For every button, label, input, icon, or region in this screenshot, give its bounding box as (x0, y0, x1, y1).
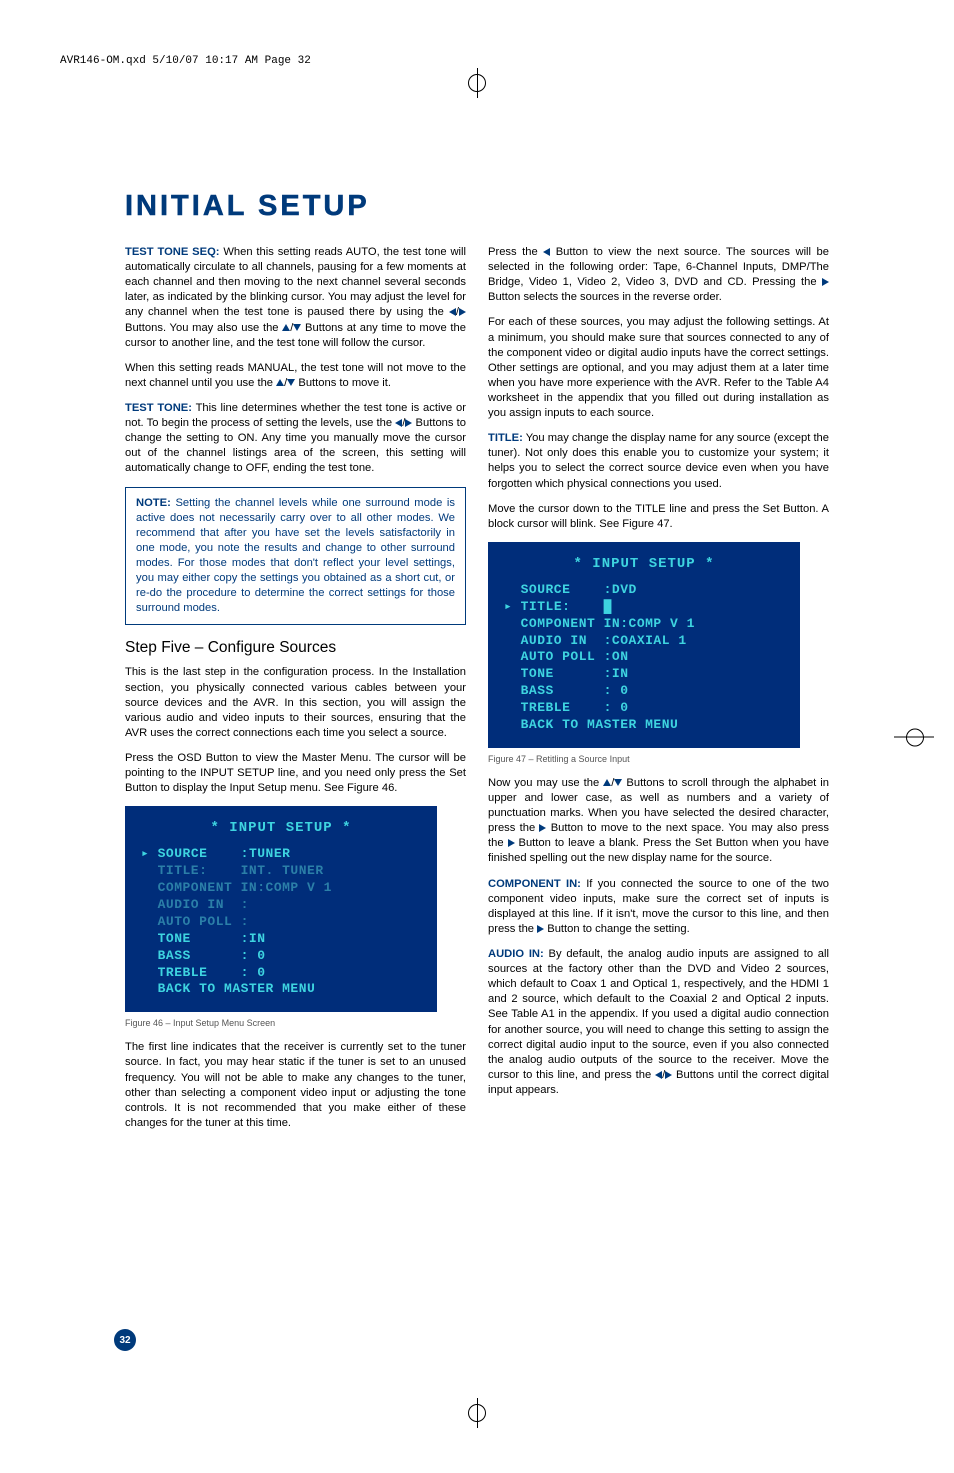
note-text: NOTE: Setting the channel levels while o… (136, 496, 455, 617)
osd-row: COMPONENT IN:COMP V 1 (141, 880, 421, 897)
up-arrow-icon (282, 324, 290, 331)
note-box: NOTE: Setting the channel levels while o… (125, 487, 466, 626)
osd-rows: ▸ SOURCE :TUNER TITLE: INT. TUNER COMPON… (141, 846, 421, 998)
right-column: Press the Button to view the next source… (488, 245, 829, 1141)
file-header: AVR146-OM.qxd 5/10/07 10:17 AM Page 32 (60, 55, 311, 67)
para-audio-in: AUDIO IN: By default, the analog audio i… (488, 947, 829, 1098)
left-arrow-icon (655, 1071, 662, 1079)
right-arrow-icon (822, 278, 829, 286)
osd-header: * INPUT SETUP * (141, 820, 421, 836)
left-arrow-icon (395, 419, 402, 427)
osd-row: TONE :IN (504, 666, 784, 683)
figure-46-caption: Figure 46 – Input Setup Menu Screen (125, 1018, 466, 1028)
runin-title: TITLE: (488, 432, 523, 444)
osd-row: TITLE: INT. TUNER (141, 863, 421, 880)
osd-figure-47: * INPUT SETUP * SOURCE :DVD▸ TITLE: █ CO… (488, 542, 800, 748)
crop-mark-bottom (462, 1398, 492, 1428)
para-manual: When this setting reads MANUAL, the test… (125, 361, 466, 391)
text: Button to leave a blank. Press the Set B… (488, 837, 829, 864)
runin-component-in: COMPONENT IN: (488, 878, 581, 890)
text: Buttons. You may also use the (125, 322, 282, 334)
osd-row: BASS : 0 (504, 683, 784, 700)
runin-note: NOTE: (136, 497, 171, 509)
osd-row: ▸ TITLE: █ (504, 599, 784, 616)
text: By default, the analog audio inputs are … (488, 948, 829, 1081)
para-press-left: Press the Button to view the next source… (488, 245, 829, 305)
osd-row: TREBLE : 0 (141, 965, 421, 982)
page-number: 32 (114, 1329, 136, 1351)
page-title: INITIAL SETUP (125, 190, 829, 223)
para-first-line: The first line indicates that the receiv… (125, 1040, 466, 1131)
text: Button to change the setting. (544, 923, 690, 935)
right-arrow-icon (508, 839, 515, 847)
osd-row: AUDIO IN : (141, 897, 421, 914)
osd-row: AUDIO IN :COAXIAL 1 (504, 633, 784, 650)
osd-row: BACK TO MASTER MENU (504, 717, 784, 734)
para-title: TITLE: You may change the display name f… (488, 431, 829, 491)
figure-47-caption: Figure 47 – Retitling a Source Input (488, 754, 829, 764)
osd-row: AUTO POLL :ON (504, 649, 784, 666)
runin-audio-in: AUDIO IN: (488, 948, 544, 960)
text: Button selects the sources in the revers… (488, 291, 722, 303)
runin-test-tone-seq: TEST TONE SEQ: (125, 246, 220, 258)
text: You may change the display name for any … (488, 432, 829, 489)
osd-row: COMPONENT IN:COMP V 1 (504, 616, 784, 633)
crop-mark-right (894, 736, 934, 737)
osd-figure-46: * INPUT SETUP * ▸ SOURCE :TUNER TITLE: I… (125, 806, 437, 1012)
up-arrow-icon (603, 779, 611, 786)
runin-test-tone: TEST TONE: (125, 402, 192, 414)
para-test-tone: TEST TONE: This line determines whether … (125, 401, 466, 477)
up-arrow-icon (276, 379, 284, 386)
left-arrow-icon (449, 308, 456, 316)
para-cursor-title: Move the cursor down to the TITLE line a… (488, 502, 829, 532)
text: Buttons to move it. (295, 377, 391, 389)
para-component-in: COMPONENT IN: If you connected the sourc… (488, 877, 829, 937)
heading-step-five: Step Five – Configure Sources (125, 639, 466, 657)
osd-row: ▸ SOURCE :TUNER (141, 846, 421, 863)
para-test-tone-seq: TEST TONE SEQ: When this setting reads A… (125, 245, 466, 351)
osd-row: AUTO POLL : (141, 914, 421, 931)
para-each-source: For each of these sources, you may adjus… (488, 315, 829, 421)
osd-row: TONE :IN (141, 931, 421, 948)
right-arrow-icon (459, 308, 466, 316)
osd-row: SOURCE :DVD (504, 582, 784, 599)
osd-row: BASS : 0 (141, 948, 421, 965)
osd-row: BACK TO MASTER MENU (141, 981, 421, 998)
text: Now you may use the (488, 777, 603, 789)
osd-rows: SOURCE :DVD▸ TITLE: █ COMPONENT IN:COMP … (504, 582, 784, 734)
osd-header: * INPUT SETUP * (504, 556, 784, 572)
left-column: TEST TONE SEQ: When this setting reads A… (125, 245, 466, 1141)
para-step-five-1: This is the last step in the configurati… (125, 665, 466, 741)
para-alphabet: Now you may use the / Buttons to scroll … (488, 776, 829, 867)
crop-mark-top (462, 68, 492, 98)
text: Press the (488, 246, 543, 258)
para-step-five-2: Press the OSD Button to view the Master … (125, 751, 466, 796)
osd-row: TREBLE : 0 (504, 700, 784, 717)
text: Setting the channel levels while one sur… (136, 497, 455, 615)
